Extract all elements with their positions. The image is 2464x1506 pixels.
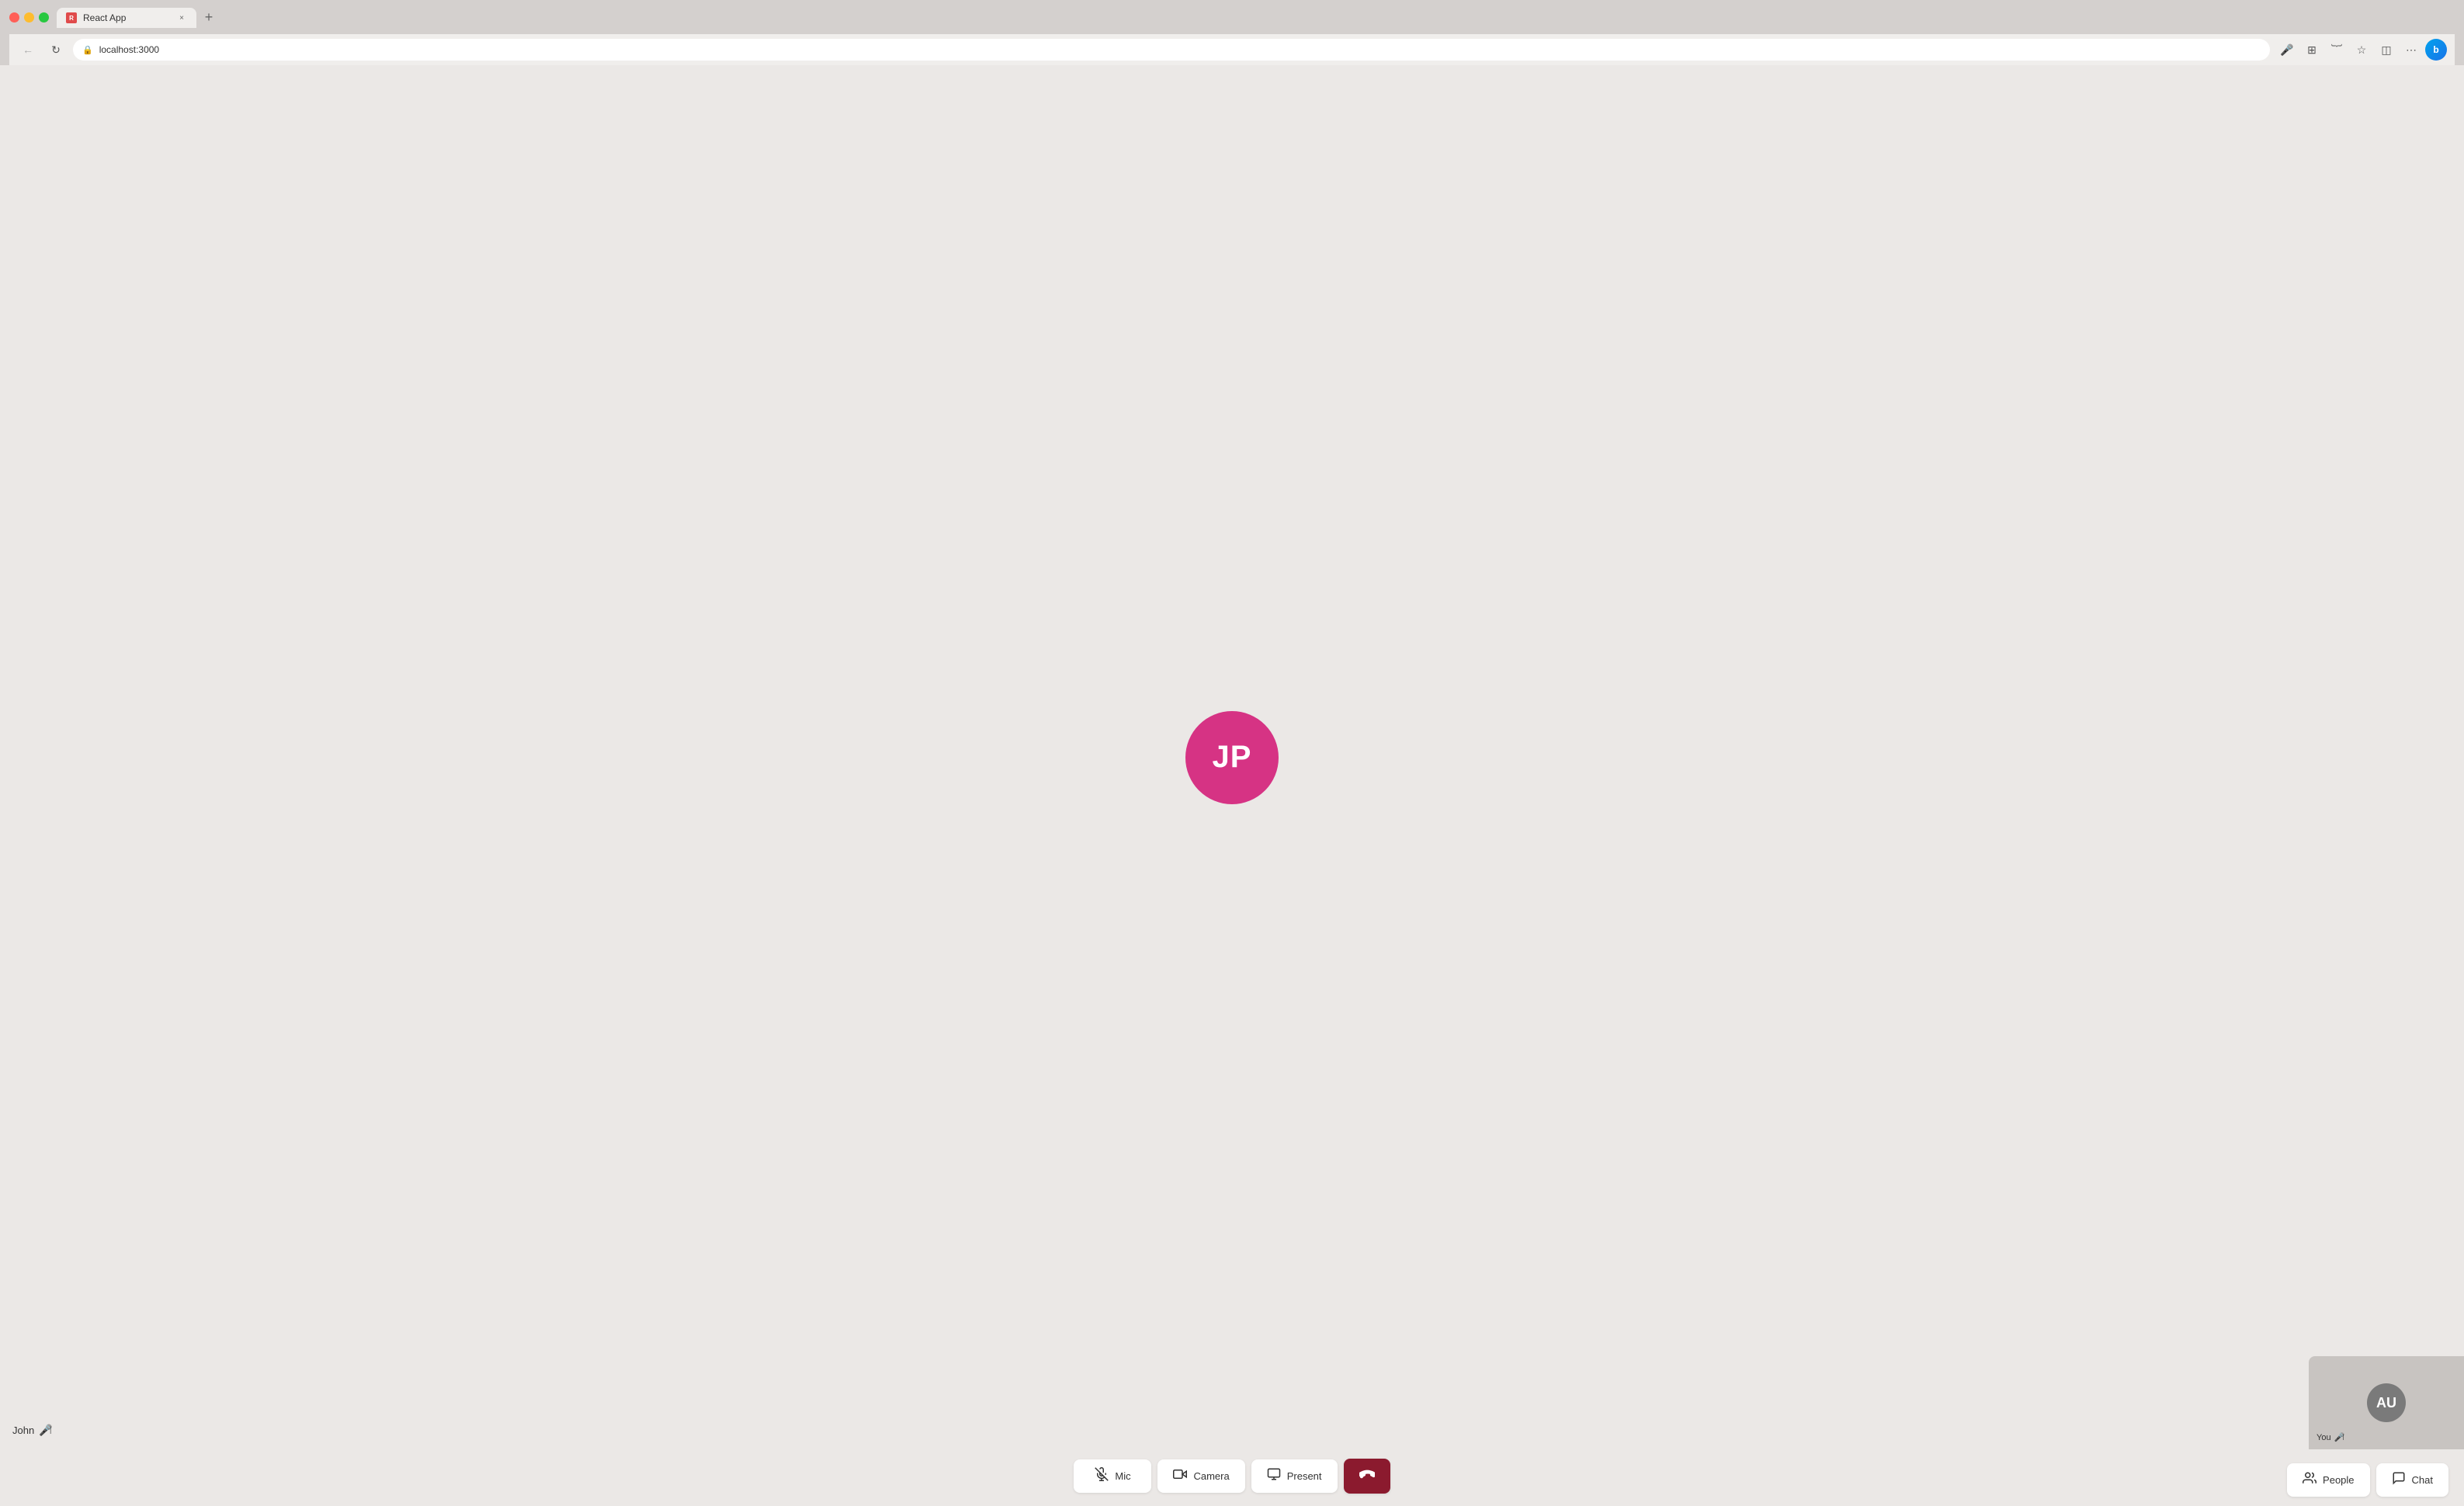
self-view-avatar: AU [2367, 1383, 2406, 1422]
people-button[interactable]: People [2287, 1463, 2369, 1497]
close-traffic-light[interactable] [9, 12, 19, 23]
end-call-icon [1359, 1466, 1375, 1486]
main-video-area: JP John 🎤⃒ AU You 🎤⃒ [0, 65, 2464, 1449]
self-view-panel: AU You 🎤⃒ [2309, 1356, 2464, 1449]
microphone-toolbar-button[interactable]: 🎤 [2276, 39, 2298, 61]
minimize-traffic-light[interactable] [24, 12, 34, 23]
main-participant-initials: JP [1213, 740, 1252, 775]
tab-favicon: R [66, 12, 77, 23]
people-label: People [2323, 1474, 2354, 1486]
chat-icon [2392, 1471, 2406, 1489]
camera-icon [1173, 1467, 1187, 1485]
right-controls: People Chat [2287, 1463, 2448, 1497]
back-button[interactable]: ← [17, 39, 39, 61]
browser-toolbar: ← ↻ 🔒 localhost:3000 🎤 ⊞ ︸ ☆ ◫ ⋯ b [9, 34, 2455, 65]
read-aloud-button[interactable]: ︸ [2326, 39, 2348, 61]
present-label: Present [1287, 1470, 1322, 1482]
end-call-button[interactable] [1344, 1459, 1390, 1494]
favorites-button[interactable]: ☆ [2351, 39, 2372, 61]
camera-button[interactable]: Camera [1157, 1459, 1244, 1493]
chat-label: Chat [2412, 1474, 2433, 1486]
self-view-label: You 🎤⃒ [2317, 1432, 2344, 1443]
present-button[interactable]: Present [1251, 1459, 1338, 1493]
new-tab-button[interactable]: + [198, 6, 220, 28]
address-lock-icon: 🔒 [82, 45, 93, 55]
tabs-bar: R React App × + [57, 6, 2455, 28]
self-name: You [2317, 1433, 2331, 1442]
chat-button[interactable]: Chat [2376, 1463, 2448, 1497]
main-participant-avatar: JP [1185, 711, 1279, 804]
people-icon [2303, 1471, 2317, 1489]
app-content: JP John 🎤⃒ AU You 🎤⃒ [0, 65, 2464, 1506]
mic-label: Mic [1115, 1470, 1130, 1482]
mic-button[interactable]: Mic [1074, 1459, 1151, 1493]
reload-button[interactable]: ↻ [45, 39, 67, 61]
browser-extras-button[interactable]: ⋯ [2400, 39, 2422, 61]
participant-name: John [12, 1424, 34, 1436]
present-icon [1267, 1467, 1281, 1485]
browser-tab[interactable]: R React App × [57, 8, 196, 28]
browser-titlebar: R React App × + [9, 6, 2455, 28]
tab-title: React App [83, 12, 170, 23]
traffic-lights [9, 12, 49, 23]
self-initials: AU [2376, 1395, 2396, 1411]
browser-chrome: R React App × + ← ↻ 🔒 localhost:3000 🎤 ⊞… [0, 0, 2464, 65]
participant-name-overlay: John 🎤⃒ [12, 1424, 53, 1437]
self-muted-icon: 🎤⃒ [2334, 1432, 2345, 1443]
split-screen-button[interactable]: ◫ [2376, 39, 2397, 61]
control-bar: Mic Camera Present [0, 1449, 2464, 1506]
participant-muted-icon: 🎤⃒ [39, 1424, 52, 1437]
tab-close-button[interactable]: × [176, 12, 187, 23]
camera-label: Camera [1193, 1470, 1229, 1482]
toolbar-actions: 🎤 ⊞ ︸ ☆ ◫ ⋯ b [2276, 39, 2447, 61]
maximize-traffic-light[interactable] [39, 12, 49, 23]
bing-button[interactable]: b [2425, 39, 2447, 61]
address-url: localhost:3000 [99, 44, 159, 55]
apps-toolbar-button[interactable]: ⊞ [2301, 39, 2323, 61]
mic-off-icon [1095, 1467, 1109, 1485]
address-bar[interactable]: 🔒 localhost:3000 [73, 39, 2270, 61]
